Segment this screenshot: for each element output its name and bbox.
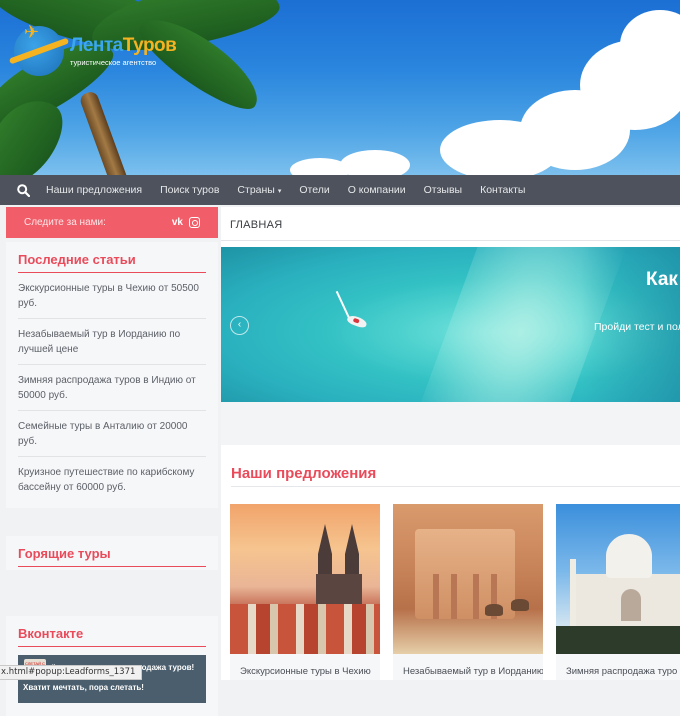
- nav-item-search-tours[interactable]: Поиск туров: [160, 184, 219, 196]
- logo-globe-icon: ✈: [8, 22, 70, 76]
- slider-prev-button[interactable]: ‹: [230, 316, 249, 335]
- offer-caption: Экскурсионные туры в Чехию: [240, 666, 371, 677]
- vk-icon[interactable]: vk: [172, 217, 183, 228]
- logo-tagline: туристическое агентство: [70, 58, 157, 67]
- article-link[interactable]: Экскурсионные туры в Чехию от 50500 руб.: [18, 273, 206, 319]
- main-content: ГЛАВНАЯ ‹ Как Пройди тест и пол Наши пре…: [221, 207, 680, 680]
- boat: [346, 313, 368, 330]
- hot-tours-widget: Горящие туры: [6, 536, 218, 570]
- slide-subtitle: Пройди тест и пол: [594, 321, 680, 333]
- sidebar: Следите за нами: vk Последние статьи Экс…: [6, 207, 218, 716]
- slider-footer: [221, 402, 680, 445]
- nav-item-reviews[interactable]: Отзывы: [424, 184, 462, 196]
- widget-title: Горящие туры: [18, 546, 206, 567]
- offer-caption: Незабываемый тур в Иорданию: [403, 666, 543, 677]
- divider: [221, 240, 680, 241]
- article-link[interactable]: Круизное путешествие по карибскому бассе…: [18, 457, 206, 502]
- offers-cards: Экскурсионные туры в Чехию Незабываемый …: [230, 504, 680, 680]
- offer-card[interactable]: Незабываемый тур в Иорданию: [393, 504, 543, 680]
- offer-card[interactable]: Экскурсионные туры в Чехию: [230, 504, 380, 680]
- logo-name: ЛентаТуров: [70, 35, 177, 56]
- slide-headline: Как: [646, 269, 678, 290]
- widget-title: Вконтакте: [18, 626, 206, 647]
- nav-item-about[interactable]: О компании: [348, 184, 406, 196]
- instagram-icon[interactable]: [189, 217, 200, 228]
- breadcrumb[interactable]: ГЛАВНАЯ: [230, 219, 283, 231]
- offer-caption: Зимняя распродажа туро: [566, 666, 678, 677]
- nav-item-offers[interactable]: Наши предложения: [46, 184, 142, 196]
- hero-banner: ✈ ЛентаТуров туристическое агентство: [0, 0, 680, 175]
- article-link[interactable]: Зимняя распродажа туров в Индию от 50000…: [18, 365, 206, 411]
- taj-mahal-image: [556, 504, 680, 654]
- prague-image: [230, 504, 380, 654]
- vk-post-text: Хватит мечтать, пора слетать!: [23, 683, 144, 692]
- status-bar-url: x.html#popup:Leadforms_1371: [0, 665, 143, 680]
- offer-card[interactable]: Зимняя распродажа туро: [556, 504, 680, 680]
- article-link[interactable]: Незабываемый тур в Иорданию по лучшей це…: [18, 319, 206, 365]
- nav-item-countries[interactable]: Страны ▾: [237, 184, 281, 196]
- palm-trunk: [78, 89, 130, 175]
- nav-item-contacts[interactable]: Контакты: [480, 184, 525, 196]
- nav-item-hotels[interactable]: Отели: [299, 184, 329, 196]
- search-icon[interactable]: [0, 175, 46, 205]
- cloud: [290, 158, 350, 175]
- offers-title: Наши предложения: [231, 465, 377, 482]
- chevron-down-icon: ▾: [277, 188, 282, 195]
- petra-image: [393, 504, 543, 654]
- article-link[interactable]: Семейные туры в Анталию от 20000 руб.: [18, 411, 206, 457]
- widget-title: Последние статьи: [18, 252, 206, 273]
- main-nav: Наши предложения Поиск туров Страны ▾ Оте…: [0, 175, 680, 205]
- follow-label: Следите за нами:: [24, 217, 106, 228]
- site-logo[interactable]: ✈ ЛентаТуров туристическое агентство: [8, 22, 177, 76]
- recent-articles-widget: Последние статьи Экскурсионные туры в Че…: [6, 242, 218, 508]
- boat-mast: [335, 291, 350, 319]
- divider: [231, 486, 680, 487]
- follow-bar: Следите за нами: vk: [6, 207, 218, 238]
- hero-slider[interactable]: ‹ Как Пройди тест и пол: [221, 247, 680, 402]
- cloud: [340, 150, 410, 175]
